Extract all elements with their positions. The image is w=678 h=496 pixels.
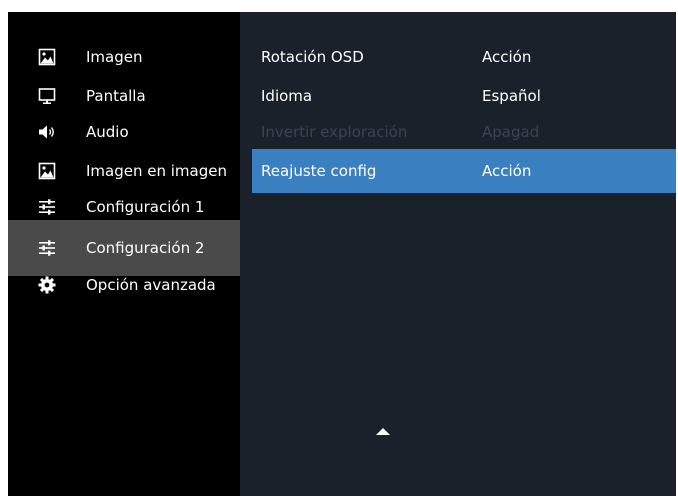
setting-value: Español bbox=[482, 87, 541, 105]
sidebar: Imagen Pantalla Audio Imagen en imagen C… bbox=[8, 12, 240, 496]
monitor-icon bbox=[38, 88, 56, 104]
picture-icon bbox=[38, 48, 56, 66]
osd-menu: Imagen Pantalla Audio Imagen en imagen C… bbox=[8, 12, 676, 496]
setting-row-reajuste-config[interactable]: Reajuste config Acción bbox=[252, 149, 676, 193]
scroll-up-arrow-icon[interactable] bbox=[376, 428, 390, 435]
setting-name: Invertir exploración bbox=[261, 123, 408, 141]
sidebar-item-label: Imagen en imagen bbox=[86, 162, 227, 180]
setting-value: Acción bbox=[482, 162, 532, 180]
sidebar-item-pantalla[interactable]: Pantalla bbox=[8, 78, 240, 114]
setting-value: Acción bbox=[482, 48, 532, 66]
sidebar-item-imagen-en-imagen[interactable]: Imagen en imagen bbox=[8, 153, 240, 189]
setting-row-idioma[interactable]: Idioma Español bbox=[252, 78, 676, 114]
sidebar-item-label: Audio bbox=[86, 123, 129, 141]
setting-name: Rotación OSD bbox=[261, 48, 364, 66]
gear-icon bbox=[38, 276, 56, 294]
setting-name: Idioma bbox=[261, 87, 313, 105]
setting-name: Reajuste config bbox=[261, 162, 377, 180]
sliders-icon bbox=[39, 240, 55, 256]
sidebar-item-audio[interactable]: Audio bbox=[8, 114, 240, 150]
settings-panel: Rotación OSD Acción Idioma Español Inver… bbox=[240, 12, 676, 496]
picture-in-picture-icon bbox=[38, 162, 56, 180]
setting-row-invertir-exploracion: Invertir exploración Apagad bbox=[252, 114, 676, 150]
setting-row-rotacion-osd[interactable]: Rotación OSD Acción bbox=[252, 39, 676, 75]
sliders-icon bbox=[39, 199, 55, 215]
speaker-icon bbox=[39, 125, 54, 139]
sidebar-item-imagen[interactable]: Imagen bbox=[8, 39, 240, 75]
sidebar-item-label: Opción avanzada bbox=[86, 276, 216, 294]
setting-value: Apagad bbox=[482, 123, 540, 141]
sidebar-item-label: Pantalla bbox=[86, 87, 146, 105]
sidebar-item-opcion-avanzada[interactable]: Opción avanzada bbox=[8, 267, 240, 303]
sidebar-item-label: Imagen bbox=[86, 48, 143, 66]
